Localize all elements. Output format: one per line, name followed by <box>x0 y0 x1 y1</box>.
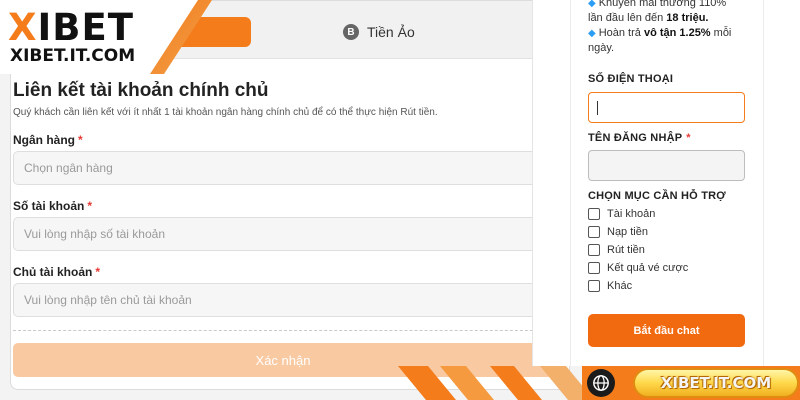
support-option-deposit[interactable]: Nạp tiền <box>588 226 648 238</box>
checkbox[interactable] <box>588 226 600 238</box>
username-input[interactable] <box>588 150 745 181</box>
form-description: Quý khách cần liên kết với ít nhất 1 tài… <box>13 107 438 118</box>
phone-input[interactable] <box>588 92 745 123</box>
support-topic-label: CHỌN MỤC CẦN HỖ TRỢ <box>588 190 726 202</box>
username-label: TÊN ĐĂNG NHẬP * <box>588 132 691 144</box>
brand-url: XIBET.IT.COM <box>10 46 136 66</box>
globe-icon[interactable] <box>587 369 615 397</box>
support-option-bet-result[interactable]: Kết quả vé cược <box>588 262 688 274</box>
bank-label: Ngân hàng * <box>13 133 83 147</box>
required-mark: * <box>78 133 83 147</box>
checkbox[interactable] <box>588 244 600 256</box>
brand-logo: X IBET <box>8 6 135 49</box>
account-holder-input[interactable]: Vui lòng nhập tên chủ tài khoản <box>13 283 553 317</box>
support-option-other[interactable]: Khác <box>588 280 632 292</box>
text-cursor <box>597 101 598 115</box>
support-option-withdraw[interactable]: Rút tiền <box>588 244 645 256</box>
account-number-input[interactable]: Vui lòng nhập số tài khoản <box>13 217 553 251</box>
phone-label: SỐ ĐIỆN THOẠI <box>588 73 674 85</box>
form-divider <box>13 330 553 331</box>
bitcoin-icon: B <box>343 24 359 40</box>
confirm-button[interactable]: Xác nhận <box>13 343 553 377</box>
checkbox[interactable] <box>588 208 600 220</box>
checkbox[interactable] <box>588 262 600 274</box>
diamond-icon: ◆ <box>588 28 596 39</box>
required-mark: * <box>95 265 101 279</box>
tab-crypto-label: Tiền Ảo <box>367 24 415 40</box>
tab-crypto[interactable]: B Tiền Ảo <box>343 21 415 43</box>
bank-select[interactable]: Chọn ngân hàng <box>13 151 553 185</box>
form-title: Liên kết tài khoản chính chủ <box>13 80 269 101</box>
bank-select-placeholder: Chọn ngân hàng <box>24 161 113 175</box>
site-url-badge[interactable]: XIBET.IT.COM <box>633 368 799 398</box>
account-holder-placeholder: Vui lòng nhập tên chủ tài khoản <box>24 293 192 307</box>
promo-text: ◆ Khuyến mãi thưởng 110% lần đầu lên đến … <box>588 0 732 54</box>
support-option-account[interactable]: Tài khoản <box>588 208 655 220</box>
start-chat-button[interactable]: Bắt đầu chat <box>588 314 745 347</box>
account-holder-label: Chủ tài khoản * <box>13 265 101 279</box>
diamond-icon: ◆ <box>588 0 596 9</box>
account-number-label: Số tài khoản * <box>13 199 93 213</box>
checkbox[interactable] <box>588 280 600 292</box>
required-mark: * <box>87 199 93 213</box>
required-mark: * <box>686 132 691 144</box>
account-number-placeholder: Vui lòng nhập số tài khoản <box>24 227 165 241</box>
